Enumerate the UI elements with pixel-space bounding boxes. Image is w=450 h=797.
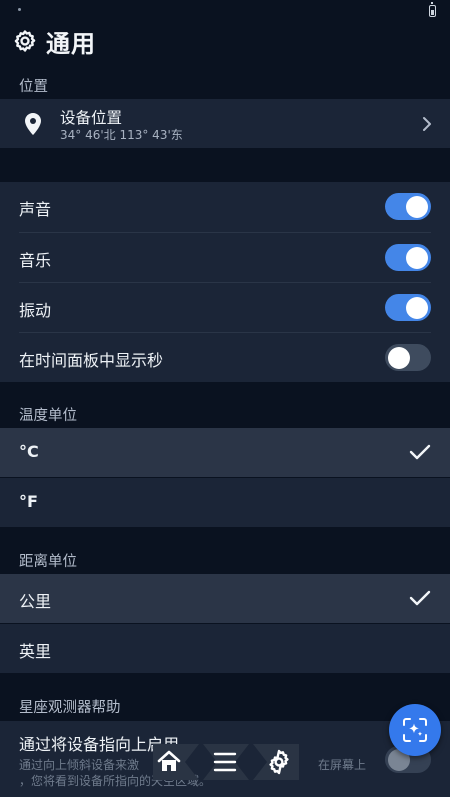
bottom-nav <box>153 744 299 780</box>
toggle-knob <box>406 296 428 319</box>
toggle-label-sound: 声音 <box>19 200 52 219</box>
toggle-label-vibration: 振动 <box>19 301 52 320</box>
toggle-row-music[interactable]: 音乐 <box>0 233 450 283</box>
section-title-temperature: 温度单位 <box>19 408 77 424</box>
toggle-label-music: 音乐 <box>19 251 52 270</box>
option-label-km: 公里 <box>19 592 52 611</box>
location-pin-icon <box>25 113 41 135</box>
star-help-description-right: 在屏幕上 <box>318 758 367 772</box>
toggle-knob <box>406 246 428 269</box>
status-dot <box>18 8 21 11</box>
vibration-toggle[interactable] <box>385 294 431 321</box>
toggles-card: 声音 音乐 振动 在时间面板中显示秒 <box>0 181 450 382</box>
device-location-value: 34° 46'北 113° 43'东 <box>60 128 183 142</box>
nav-settings-button[interactable] <box>253 744 299 780</box>
temperature-option-fahrenheit[interactable]: °F <box>0 478 450 527</box>
option-label-celsius: °C <box>19 442 39 461</box>
section-title-distance: 距离单位 <box>19 554 77 570</box>
distance-option-miles[interactable]: 英里 <box>0 624 450 673</box>
nav-home-button[interactable] <box>153 744 199 780</box>
battery-icon <box>429 2 436 17</box>
option-label-miles: 英里 <box>19 642 52 661</box>
toggle-knob <box>406 195 428 218</box>
show-seconds-toggle[interactable] <box>385 344 431 371</box>
star-help-description: 通过向上倾斜设备来激 <box>19 758 140 772</box>
music-toggle[interactable] <box>385 244 431 271</box>
chevron-right-icon <box>423 117 431 131</box>
section-title-location: 位置 <box>19 79 48 95</box>
sparkle-scan-button[interactable] <box>389 704 441 756</box>
toggle-row-vibration[interactable]: 振动 <box>0 283 450 333</box>
nav-menu-button[interactable] <box>203 744 249 780</box>
checkmark-icon <box>409 590 431 606</box>
status-bar <box>0 0 450 22</box>
toggle-label-show-seconds: 在时间面板中显示秒 <box>19 351 164 370</box>
section-title-star-help: 星座观测器帮助 <box>19 700 121 716</box>
header: 通用 <box>0 22 450 64</box>
checkmark-icon <box>409 444 431 460</box>
distance-option-km[interactable]: 公里 <box>0 574 450 623</box>
toggle-knob <box>388 346 410 369</box>
sound-toggle[interactable] <box>385 193 431 220</box>
sparkle-scan-icon <box>403 718 427 742</box>
gear-icon <box>14 30 36 52</box>
temperature-option-celsius[interactable]: °C <box>0 428 450 477</box>
page-title: 通用 <box>46 30 96 58</box>
device-location-row[interactable]: 设备位置 34° 46'北 113° 43'东 <box>0 98 450 148</box>
device-location-label: 设备位置 <box>60 109 123 127</box>
toggle-row-show-seconds[interactable]: 在时间面板中显示秒 <box>0 333 450 383</box>
option-label-fahrenheit: °F <box>19 492 38 511</box>
toggle-row-sound[interactable]: 声音 <box>0 182 450 232</box>
